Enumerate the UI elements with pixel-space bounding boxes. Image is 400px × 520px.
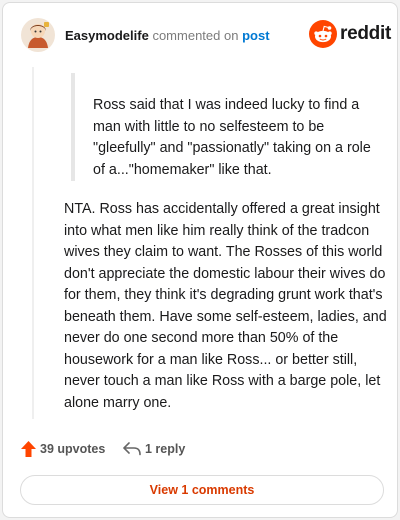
upvote-arrow-icon[interactable] (21, 441, 36, 457)
reddit-logo[interactable]: reddit (309, 20, 391, 48)
username-link[interactable]: Easymodelife (65, 28, 149, 43)
reddit-snoo-icon (309, 20, 337, 48)
reddit-wordmark: reddit (340, 23, 391, 44)
avatar[interactable] (21, 18, 55, 52)
reply-count[interactable]: 1 reply (145, 442, 185, 456)
reply-arrow-icon[interactable] (123, 442, 141, 456)
view-comments-button[interactable]: View 1 comments (20, 475, 384, 505)
comment-meta: Easymodelife commented on post (65, 28, 270, 43)
comment-body: NTA. Ross has accidentally offered a gre… (64, 201, 387, 411)
quote-bar (71, 73, 75, 181)
action-text: commented on (152, 28, 239, 43)
thread-line[interactable] (32, 67, 34, 419)
post-link[interactable]: post (242, 28, 269, 43)
comment-header: Easymodelife commented on post reddit (21, 17, 391, 57)
upvote-count[interactable]: 39 upvotes (40, 442, 105, 456)
quoted-text: Ross said that I was indeed lucky to fin… (93, 97, 371, 178)
comment-card: Easymodelife commented on post reddit Ro… (2, 2, 398, 518)
